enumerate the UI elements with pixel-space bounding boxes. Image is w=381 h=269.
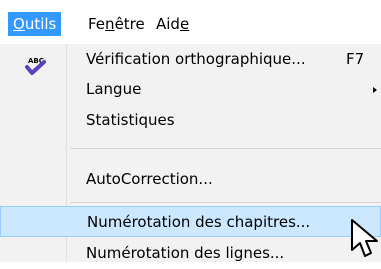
menu-item-label: Numérotation des chapitres... [87, 213, 311, 231]
menu-fenetre[interactable]: Fenêtre [83, 12, 150, 36]
menu-item-verification-orthographique[interactable]: ABC Vérification orthographique... F7 [0, 44, 381, 75]
menu-outils-label-rest: utils [24, 15, 57, 33]
menu-item-langue[interactable]: Langue [0, 74, 381, 105]
mouse-cursor-icon [351, 219, 378, 257]
menu-item-label: AutoCorrection... [86, 170, 213, 188]
menu-item-autocorrection[interactable]: AutoCorrection... [0, 164, 381, 195]
menu-item-label: Langue [86, 80, 142, 98]
menu-item-statistiques[interactable]: Statistiques [0, 105, 381, 136]
menu-item-numerotation-chapitres[interactable]: Numérotation des chapitres... [0, 206, 381, 237]
menu-item-shortcut: F7 [346, 50, 365, 68]
menu-item-numerotation-lignes[interactable]: Numérotation des lignes... [0, 238, 381, 269]
menu-item-label: Vérification orthographique... [86, 50, 306, 68]
menu-outils[interactable]: Outils [8, 12, 62, 36]
menu-item-label: Numérotation des lignes... [86, 244, 285, 262]
submenu-arrow-icon [373, 87, 377, 93]
menu-bar: Outils Fenêtre Aide [0, 0, 381, 44]
menu-aide-label: Aide [156, 15, 190, 33]
menu-item-label: Statistiques [86, 111, 175, 129]
dropdown-menu-outils: ABC Vérification orthographique... F7 La… [0, 44, 381, 262]
menu-separator [70, 148, 381, 149]
menu-aide[interactable]: Aide [151, 12, 194, 36]
menu-fenetre-label: Fenêtre [88, 15, 145, 33]
menu-separator [70, 202, 381, 203]
menu-outils-label: O [13, 15, 25, 33]
